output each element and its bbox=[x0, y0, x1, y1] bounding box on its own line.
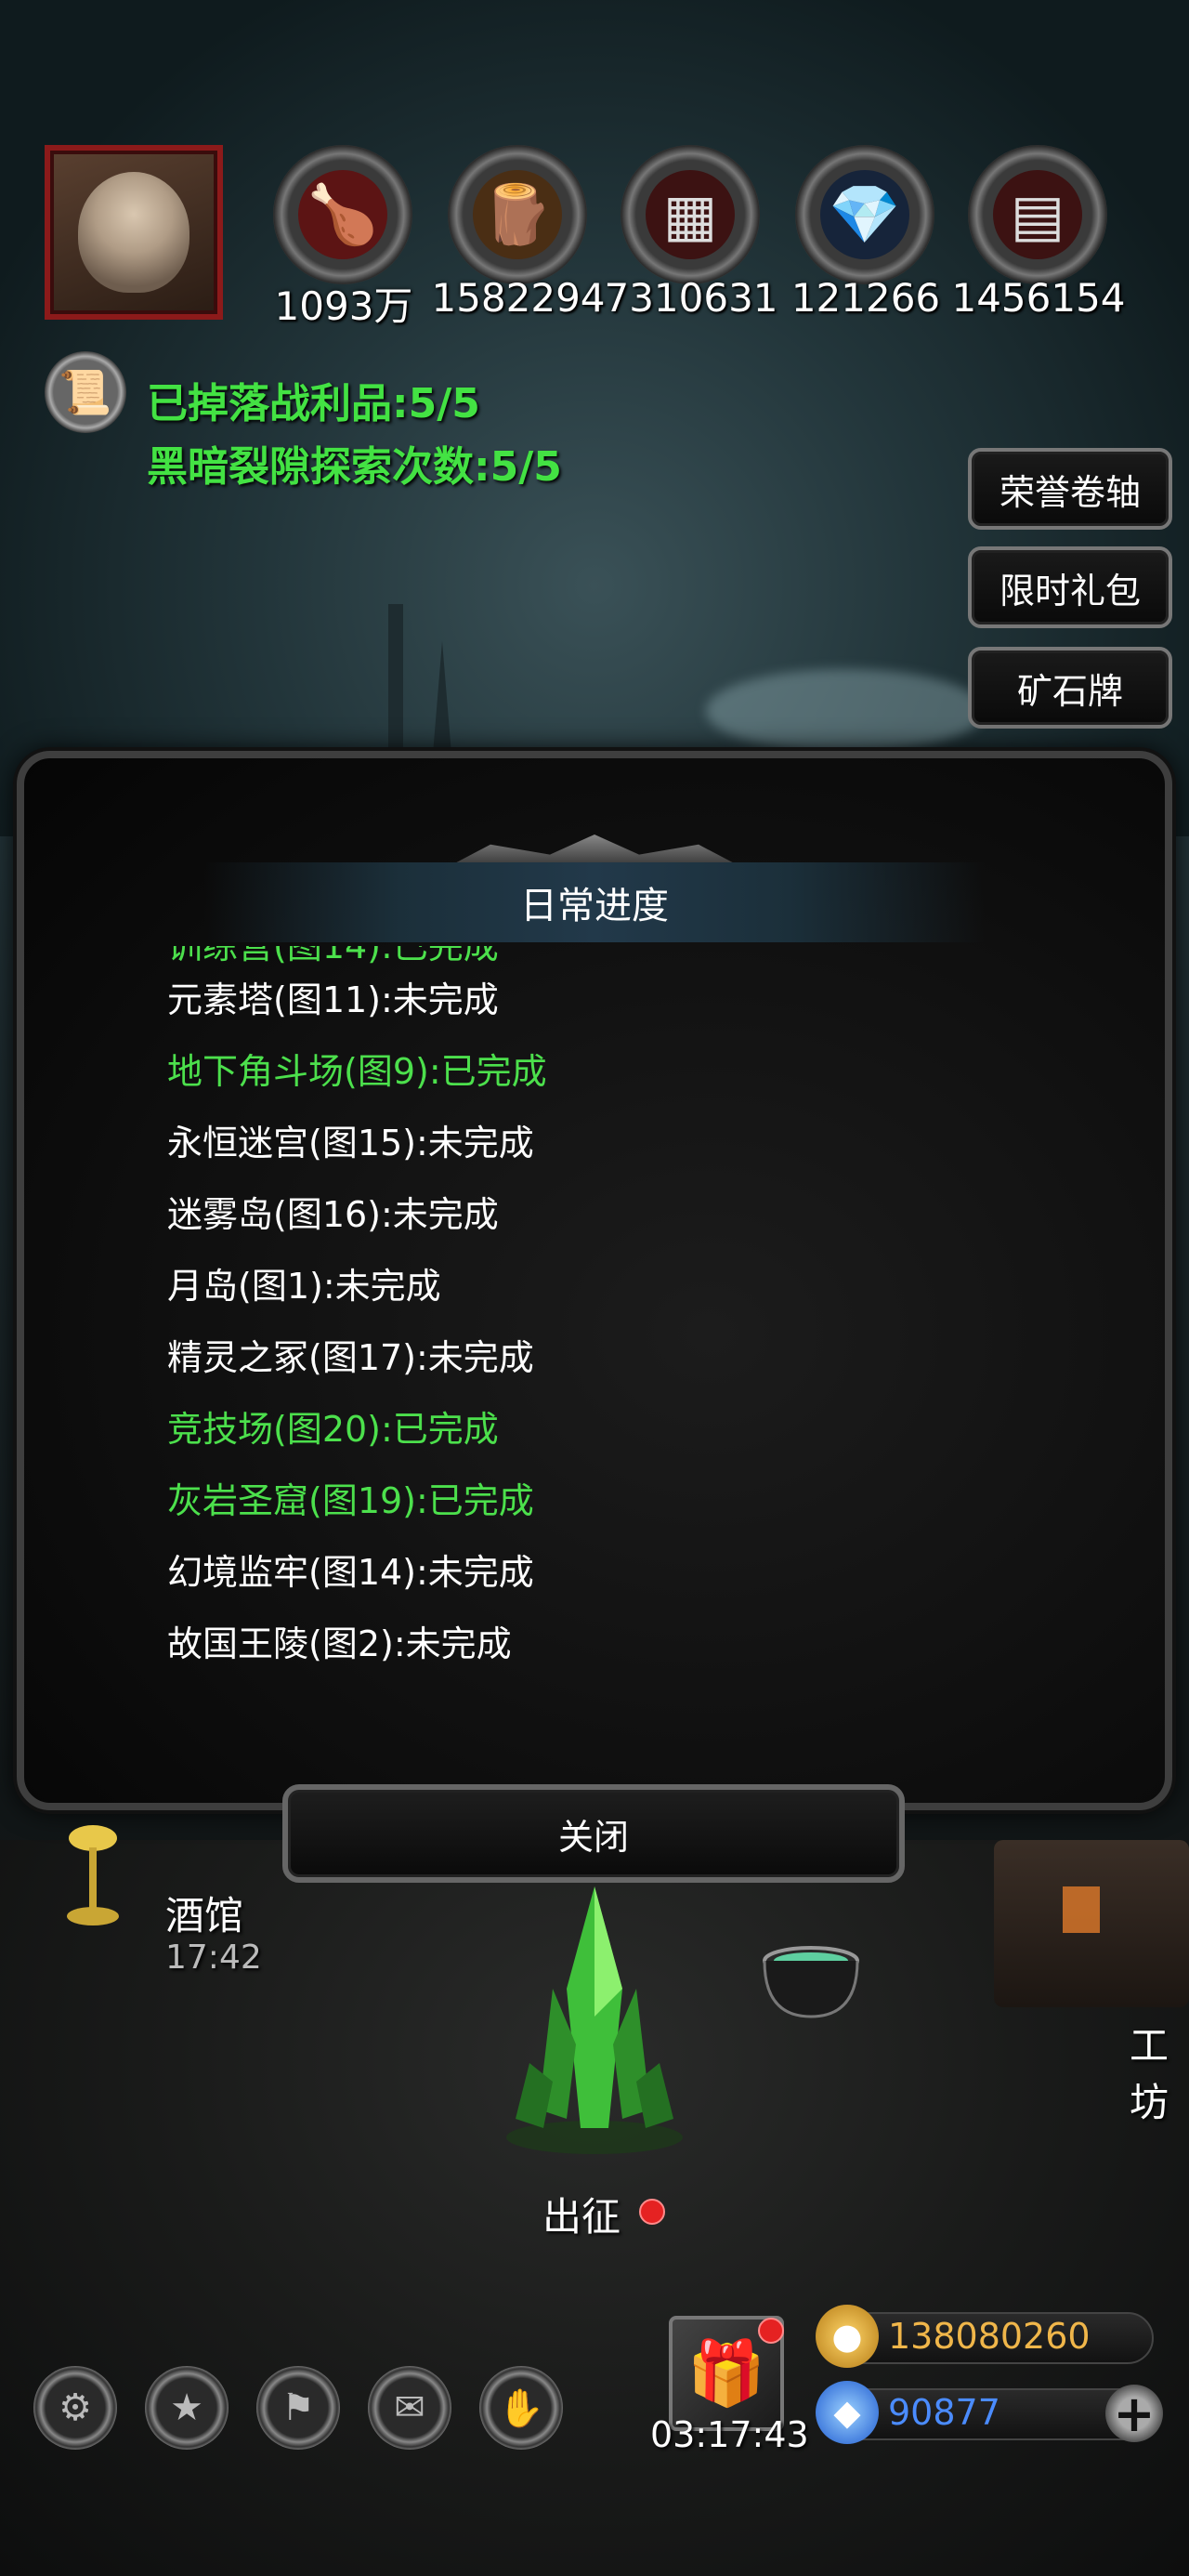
rift-status: 黑暗裂隙探索次数:5/5 bbox=[147, 443, 562, 491]
dialog-title: 日常进度 bbox=[204, 862, 985, 942]
gem-value: 90877 bbox=[888, 2392, 1000, 2433]
lamp-icon bbox=[67, 1825, 119, 1925]
ore-card-button[interactable]: 矿石牌 bbox=[968, 647, 1172, 729]
limited-pack-button[interactable]: 限时礼包 bbox=[968, 546, 1172, 628]
loot-status: 已掉落战利品:5/5 bbox=[147, 380, 480, 427]
player-avatar[interactable] bbox=[45, 145, 223, 320]
close-button[interactable]: 关闭 bbox=[282, 1784, 905, 1883]
list-item: 竞技场(图20):已完成 bbox=[167, 1409, 499, 1450]
list-item: 永恒迷宫(图15):未完成 bbox=[167, 1123, 534, 1163]
scroll-icon[interactable]: 📜 bbox=[45, 351, 126, 433]
settings-icon[interactable]: ⚙ bbox=[33, 2366, 117, 2450]
meat-icon[interactable]: 🍗 bbox=[273, 145, 412, 284]
iron-icon[interactable]: ▤ bbox=[968, 145, 1107, 284]
iron-value: 1456154 bbox=[951, 275, 1126, 321]
gem-icon: ◆ bbox=[816, 2381, 879, 2444]
expedition-notification-dot bbox=[639, 2199, 665, 2225]
achievement-icon[interactable]: ★ bbox=[145, 2366, 229, 2450]
gold-coin-icon: ● bbox=[816, 2305, 879, 2368]
progress-list[interactable]: 训练营(图14):已完成 元素塔(图11):未完成 地下角斗场(图9):已完成 … bbox=[167, 946, 1003, 1708]
tavern-label[interactable]: 酒馆 bbox=[165, 1885, 243, 1941]
list-item: 地下角斗场(图9):已完成 bbox=[167, 1051, 547, 1092]
meat-value: 1093万 bbox=[274, 283, 413, 329]
list-item: 精灵之冢(图17):未完成 bbox=[167, 1337, 534, 1378]
wood-value: 1582294 bbox=[431, 275, 606, 321]
mail-icon[interactable]: ✉ bbox=[368, 2366, 451, 2450]
guild-icon[interactable]: ⚑ bbox=[256, 2366, 340, 2450]
crystal-icon[interactable]: 💎 bbox=[795, 145, 934, 284]
cauldron-icon bbox=[763, 1946, 859, 2018]
crystal-monument-icon[interactable] bbox=[502, 1877, 687, 2156]
crystal-value: 121266 bbox=[790, 275, 941, 321]
list-item: 灰岩圣窟(图19):已完成 bbox=[167, 1480, 534, 1521]
gift-notification-dot bbox=[758, 2318, 784, 2344]
list-item: 迷雾岛(图16):未完成 bbox=[167, 1194, 499, 1235]
gold-value: 138080260 bbox=[888, 2316, 1091, 2357]
gift-timer: 03:17:43 bbox=[650, 2414, 809, 2455]
list-item: 幻境监牢(图14):未完成 bbox=[167, 1552, 534, 1593]
workshop-window bbox=[1063, 1886, 1100, 1933]
list-item: 元素塔(图11):未完成 bbox=[167, 979, 499, 1020]
stone-value: 7310631 bbox=[604, 275, 778, 321]
cloud bbox=[706, 669, 985, 753]
expedition-label[interactable]: 出征 bbox=[542, 2186, 621, 2242]
list-item: 月岛(图1):未完成 bbox=[167, 1266, 441, 1307]
wood-icon[interactable]: 🪵 bbox=[448, 145, 587, 284]
add-gems-button[interactable]: + bbox=[1105, 2385, 1163, 2443]
tavern-timer: 17:42 bbox=[165, 1939, 262, 1977]
stone-icon[interactable]: ▦ bbox=[621, 145, 760, 284]
workshop-label[interactable]: 工坊 bbox=[1130, 2015, 1189, 2128]
honor-scroll-button[interactable]: 荣誉卷轴 bbox=[968, 448, 1172, 530]
handshake-icon[interactable]: ✋ bbox=[479, 2366, 563, 2450]
list-item: 训练营(图14):已完成 bbox=[167, 946, 1003, 965]
list-item: 故国王陵(图2):未完成 bbox=[167, 1623, 512, 1664]
